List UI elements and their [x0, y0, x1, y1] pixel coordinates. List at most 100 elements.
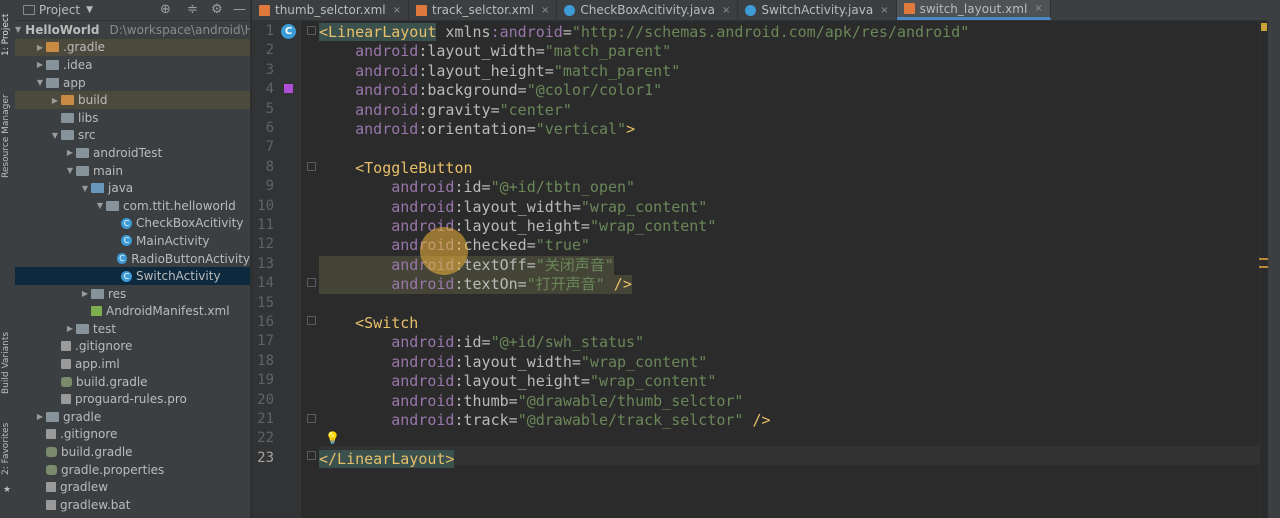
tree-item[interactable]: ▼ com.ttit.helloworld	[15, 197, 250, 215]
chevron-down-icon[interactable]: ▼	[49, 131, 61, 140]
editor-tab[interactable]: switch_layout.xml ×	[896, 0, 1051, 20]
close-icon[interactable]: ×	[1034, 3, 1042, 14]
tree-item[interactable]: AndroidManifest.xml	[15, 303, 250, 321]
tree-item[interactable]: ▼ HelloWorld D:\workspace\android\Hel	[15, 21, 250, 39]
tree-item[interactable]: C SwitchActivity	[15, 267, 250, 285]
chevron-right-icon[interactable]: ▶	[49, 96, 61, 105]
tree-item[interactable]: app.iml	[15, 355, 250, 373]
fold-marker[interactable]	[307, 26, 316, 35]
tree-item[interactable]: proguard-rules.pro	[15, 390, 250, 408]
project-panel-title[interactable]: Project	[39, 3, 80, 17]
chevron-down-icon[interactable]: ▼	[86, 5, 93, 15]
line-number: 12	[257, 236, 274, 253]
chevron-right-icon[interactable]: ▶	[34, 43, 46, 52]
tree-item[interactable]: ▶ res	[15, 285, 250, 303]
tree-item[interactable]: ▼ java	[15, 179, 250, 197]
class-gutter-icon[interactable]: C	[281, 24, 296, 39]
chevron-down-icon[interactable]: ▼	[64, 166, 76, 175]
tree-item[interactable]: ▶ gradle	[15, 408, 250, 426]
folder-icon	[76, 165, 89, 176]
tab-build-variants[interactable]: Build Variants	[1, 330, 14, 396]
code-token: xmlns	[436, 23, 491, 41]
color-swatch[interactable]	[284, 84, 293, 93]
code-editor[interactable]: <LinearLayout xmlns:android="http://sche…	[319, 21, 1259, 518]
chevron-down-icon[interactable]: ▼	[34, 78, 46, 87]
tab-favorites[interactable]: 2: Favorites	[1, 420, 14, 478]
tree-item[interactable]: .gitignore	[15, 338, 250, 356]
line-number: 13	[257, 255, 274, 272]
code-token: android	[319, 333, 455, 352]
tree-item[interactable]: ▼ main	[15, 162, 250, 180]
chevron-right-icon[interactable]: ▶	[34, 60, 46, 69]
minimize-icon[interactable]: —	[233, 2, 246, 17]
fold-marker[interactable]	[307, 278, 316, 287]
tree-item[interactable]: C CheckBoxAcitivity	[15, 215, 250, 233]
warning-indicator[interactable]	[1261, 23, 1267, 31]
editor-tab[interactable]: CheckBoxAcitivity.java ×	[557, 0, 739, 20]
tree-item[interactable]: build.gradle	[15, 373, 250, 391]
chevron-right-icon[interactable]: ▶	[79, 289, 91, 298]
tree-item[interactable]: ▶ .gradle	[15, 38, 250, 57]
error-stripe-mark[interactable]	[1259, 266, 1268, 268]
tree-item-label: .gitignore	[75, 339, 133, 354]
code-token: </LinearLayout>	[319, 449, 455, 468]
fold-marker[interactable]	[307, 316, 316, 325]
close-icon[interactable]: ×	[393, 5, 401, 16]
fold-marker[interactable]	[307, 451, 316, 460]
tree-item[interactable]: ▶ .idea	[15, 56, 250, 74]
tree-item[interactable]: gradle.properties	[15, 461, 250, 479]
chevron-right-icon[interactable]: ▶	[64, 148, 76, 157]
tree-item-label: build.gradle	[61, 445, 133, 460]
editor-tab[interactable]: SwitchActivity.java ×	[738, 0, 897, 20]
code-token: "@+id/tbtn_open"	[490, 178, 636, 197]
tree-item[interactable]: ▶ build	[15, 91, 250, 109]
code-line: android:id="@+id/tbtn_open"	[319, 178, 635, 197]
tree-item[interactable]: gradlew.bat	[15, 496, 250, 514]
fold-marker[interactable]	[307, 162, 316, 171]
chevron-right-icon[interactable]: ▶	[34, 412, 46, 421]
chevron-down-icon[interactable]: ▼	[94, 201, 106, 210]
chevron-down-icon[interactable]: ▼	[79, 184, 91, 193]
editor-tab[interactable]: thumb_selctor.xml ×	[252, 0, 409, 20]
tree-item-label: build.gradle	[76, 374, 148, 389]
tab-resource-manager[interactable]: Resource Manager	[1, 88, 14, 184]
code-token: :layout_height=	[418, 61, 554, 80]
tree-item[interactable]: C RadioButtonActivity	[15, 250, 250, 268]
tree-item[interactable]: ▶ androidTest	[15, 144, 250, 162]
code-line: android:gravity="center"	[319, 101, 572, 120]
code-line: <ToggleButton	[319, 159, 472, 178]
editor-tab-label: thumb_selctor.xml	[275, 3, 386, 17]
tree-item-label: gradle.properties	[61, 462, 165, 477]
class-icon: C	[121, 270, 132, 282]
code-token: :id=	[454, 333, 491, 352]
tree-item[interactable]: .gitignore	[15, 426, 250, 444]
editor-tab[interactable]: track_selctor.xml ×	[409, 0, 558, 20]
tree-item[interactable]: build.gradle	[15, 443, 250, 461]
globe-icon[interactable]: ⊕	[160, 2, 171, 17]
error-stripe-mark[interactable]	[1259, 258, 1268, 260]
code-token: :orientation=	[418, 120, 536, 138]
editor-scrollbar[interactable]	[1259, 21, 1268, 518]
equalizer-icon[interactable]: ≑	[187, 2, 198, 17]
close-icon[interactable]: ×	[541, 5, 549, 16]
chevron-right-icon[interactable]: ▶	[64, 324, 76, 333]
line-number: 15	[257, 294, 274, 311]
tree-item[interactable]: gradlew	[15, 478, 250, 496]
class-icon	[745, 4, 757, 16]
gear-icon[interactable]: ⚙	[211, 2, 223, 17]
tree-item[interactable]: ▶ test	[15, 320, 250, 338]
tree-item[interactable]: libs	[15, 109, 250, 127]
code-token: >	[626, 120, 636, 138]
fold-marker[interactable]	[307, 414, 316, 423]
tab-project-tool[interactable]: 1: Project	[1, 4, 14, 66]
tree-item[interactable]: C MainActivity	[15, 232, 250, 250]
tree-item-label: build	[78, 93, 108, 108]
close-icon[interactable]: ×	[880, 5, 888, 16]
close-icon[interactable]: ×	[722, 5, 730, 16]
code-token: :textOn=	[454, 275, 527, 294]
chevron-down-icon[interactable]: ▼	[15, 25, 21, 34]
tree-item[interactable]: ▼ app	[15, 74, 250, 92]
code-token: android	[319, 61, 419, 80]
line-number: 14	[257, 275, 274, 292]
tree-item[interactable]: ▼ src	[15, 127, 250, 145]
